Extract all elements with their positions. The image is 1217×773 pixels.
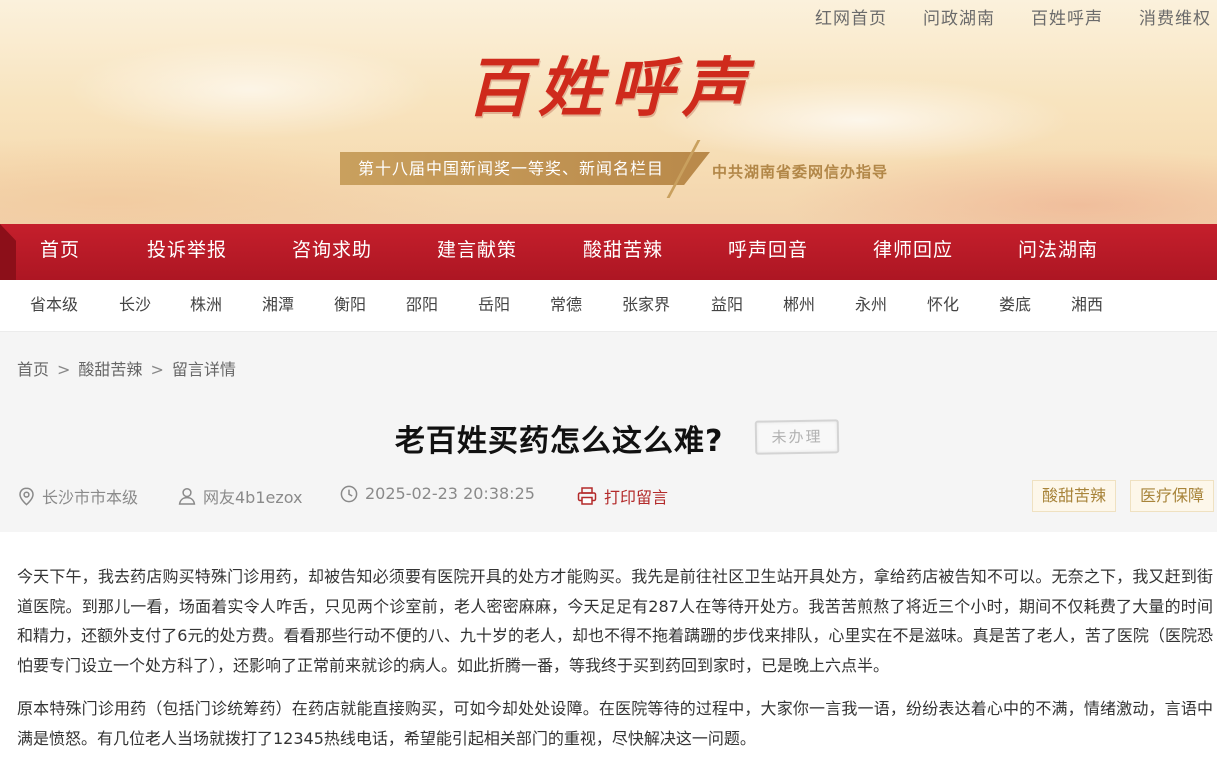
top-link-baixing[interactable]: 百姓呼声 bbox=[1031, 4, 1103, 29]
region-item-province[interactable]: 省本级 bbox=[30, 280, 78, 330]
tag-category[interactable]: 酸甜苦辣 bbox=[1032, 480, 1117, 512]
time-text: 2025-02-23 20:38:25 bbox=[365, 484, 535, 503]
nav-item-complaint[interactable]: 投诉举报 bbox=[147, 224, 227, 280]
region-item-yongzhou[interactable]: 永州 bbox=[855, 280, 887, 330]
top-link-wenzheng[interactable]: 问政湖南 bbox=[923, 4, 995, 29]
nav-edge-decoration bbox=[0, 224, 16, 280]
breadcrumb: 首页 > 酸甜苦辣 > 留言详情 bbox=[17, 356, 236, 380]
breadcrumb-category[interactable]: 酸甜苦辣 bbox=[78, 360, 142, 379]
user-icon bbox=[178, 487, 196, 505]
region-nav: 省本级 长沙 株洲 湘潭 衡阳 邵阳 岳阳 常德 张家界 益阳 郴州 永州 怀化… bbox=[0, 280, 1217, 332]
region-item-loudi[interactable]: 娄底 bbox=[999, 280, 1031, 330]
clock-icon bbox=[340, 485, 358, 502]
award-ribbon: 第十八届中国新闻奖一等奖、新闻名栏目 bbox=[340, 152, 710, 185]
status-stamp: 未办理 bbox=[754, 419, 840, 455]
nav-item-consult[interactable]: 咨询求助 bbox=[292, 224, 372, 280]
region-item-xiangtan[interactable]: 湘潭 bbox=[262, 280, 294, 330]
region-item-yueyang[interactable]: 岳阳 bbox=[478, 280, 510, 330]
print-button[interactable]: 打印留言 bbox=[577, 484, 668, 508]
region-item-hengyang[interactable]: 衡阳 bbox=[334, 280, 366, 330]
region-item-xiangxi[interactable]: 湘西 bbox=[1071, 280, 1103, 330]
region-item-zhuzhou[interactable]: 株洲 bbox=[190, 280, 222, 330]
nav-item-echo[interactable]: 呼声回音 bbox=[728, 224, 808, 280]
location-pin-icon bbox=[19, 486, 34, 506]
region-item-changde[interactable]: 常德 bbox=[550, 280, 582, 330]
site-logo[interactable]: 百姓呼声 bbox=[466, 44, 766, 134]
breadcrumb-home[interactable]: 首页 bbox=[17, 360, 49, 379]
top-link-hongwang[interactable]: 红网首页 bbox=[815, 4, 887, 29]
top-links: 红网首页 问政湖南 百姓呼声 消费维权 bbox=[815, 4, 1211, 29]
printer-icon bbox=[577, 487, 597, 505]
author-text: 网友4b1ezox bbox=[203, 488, 303, 507]
print-label: 打印留言 bbox=[604, 488, 669, 507]
region-item-chenzhou[interactable]: 郴州 bbox=[783, 280, 815, 330]
post-paragraph: 今天下午，我去药店购买特殊门诊用药，却被告知必须要有医院开具的处方才能购买。我先… bbox=[17, 567, 1213, 675]
header-banner: 红网首页 问政湖南 百姓呼声 消费维权 百姓呼声 第十八届中国新闻奖一等奖、新闻… bbox=[0, 0, 1217, 224]
post-content: 今天下午，我去药店购买特殊门诊用药，却被告知必须要有医院开具的处方才能购买。我先… bbox=[17, 562, 1213, 767]
main-nav: 首页 投诉举报 咨询求助 建言献策 酸甜苦辣 呼声回音 律师回应 问法湖南 bbox=[0, 224, 1217, 280]
breadcrumb-separator: > bbox=[57, 360, 71, 379]
nav-item-life[interactable]: 酸甜苦辣 bbox=[583, 224, 663, 280]
region-item-zhangjiajie[interactable]: 张家界 bbox=[622, 280, 670, 330]
nav-item-suggest[interactable]: 建言献策 bbox=[437, 224, 517, 280]
nav-item-lawyer[interactable]: 律师回应 bbox=[873, 224, 953, 280]
nav-item-home[interactable]: 首页 bbox=[40, 224, 80, 280]
region-item-changsha[interactable]: 长沙 bbox=[119, 280, 151, 330]
region-item-huaihua[interactable]: 怀化 bbox=[927, 280, 959, 330]
top-link-xiaofei[interactable]: 消费维权 bbox=[1139, 4, 1211, 29]
nav-item-law-hunan[interactable]: 问法湖南 bbox=[1018, 224, 1098, 280]
breadcrumb-current: 留言详情 bbox=[171, 360, 236, 379]
page-title: 老百姓买药怎么这么难? bbox=[395, 424, 724, 459]
tag-medical[interactable]: 医疗保障 bbox=[1130, 480, 1215, 512]
post-location: 长沙市市本级 bbox=[18, 484, 138, 508]
post-paragraph: 原本特殊门诊用药（包括门诊统筹药）在药店就能直接购买，可如今却处处设障。在医院等… bbox=[17, 699, 1213, 748]
post-author: 网友4b1ezox bbox=[178, 484, 303, 508]
region-item-yiyang[interactable]: 益阳 bbox=[711, 280, 743, 330]
location-text: 长沙市市本级 bbox=[42, 488, 139, 507]
guide-text: 中共湖南省委网信办指导 bbox=[712, 163, 889, 181]
post-time: 2025-02-23 20:38:25 bbox=[340, 484, 535, 503]
region-item-shaoyang[interactable]: 邵阳 bbox=[406, 280, 438, 330]
post-header: 首页 > 酸甜苦辣 > 留言详情 老百姓买药怎么这么难? 未办理 长沙市市本级 网友4b… bbox=[0, 332, 1217, 532]
breadcrumb-separator: > bbox=[150, 360, 164, 379]
site-logo-text: 百姓呼声 bbox=[466, 51, 754, 126]
award-text: 第十八届中国新闻奖一等奖、新闻名栏目 bbox=[358, 159, 665, 178]
